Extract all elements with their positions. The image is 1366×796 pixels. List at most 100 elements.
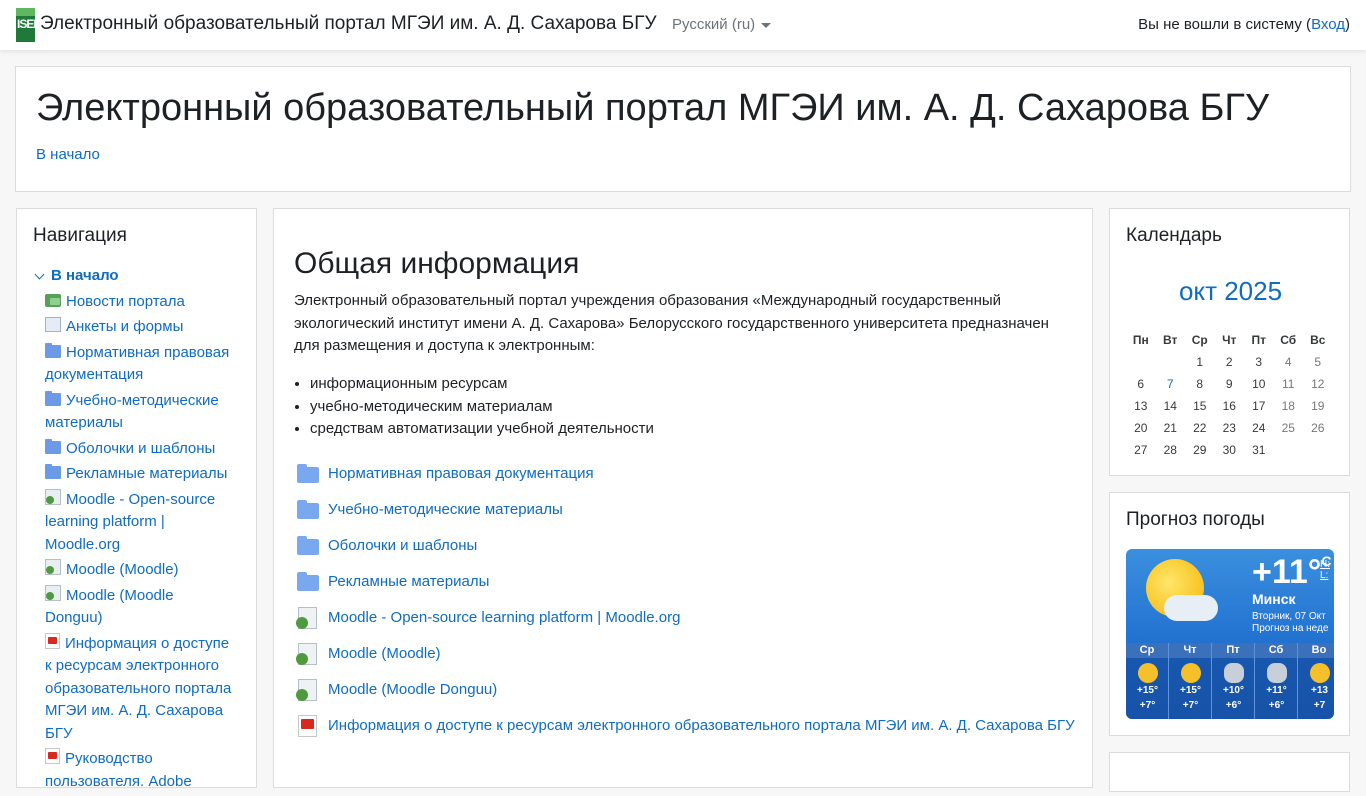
nav-item-moodle[interactable]: Moodle (Moodle)	[33, 559, 233, 582]
calendar-day[interactable]: 5	[1303, 351, 1333, 373]
calendar-day[interactable]: 16	[1215, 395, 1245, 417]
calendar-day[interactable]: 4	[1274, 351, 1304, 373]
resource-moodle[interactable]: Moodle (Moodle)	[296, 643, 1076, 665]
resource-legal-docs[interactable]: Нормативная правовая документация	[296, 463, 1076, 485]
calendar-day[interactable]: 9	[1215, 373, 1245, 395]
site-name-link[interactable]: Электронный образовательный портал МГЭИ …	[40, 13, 657, 35]
calendar-grid: Пн Вт Ср Чт Пт Сб Вс 1 2 3 4 5 6 7 8 9 1…	[1126, 329, 1333, 461]
nav-item-moodle-donguu[interactable]: Moodle (Moodle Donguu)	[33, 584, 233, 630]
calendar-day[interactable]: 31	[1244, 439, 1274, 461]
calendar-day[interactable]: 27	[1126, 439, 1156, 461]
cloud-icon	[1164, 595, 1218, 621]
calendar-day[interactable]: 17	[1244, 395, 1274, 417]
login-prefix: Вы не вошли в систему (	[1138, 16, 1312, 33]
nav-item-label[interactable]: Учебно-методические материалы	[45, 392, 219, 432]
calendar-day[interactable]: 25	[1274, 417, 1304, 439]
calendar-day[interactable]: 14	[1156, 395, 1186, 417]
login-link[interactable]: Вход	[1311, 16, 1345, 33]
weekday-header: Пт	[1251, 333, 1266, 347]
weather-widget[interactable]: +11°C Н: L: Минск Вторник, 07 Окт Прогноз…	[1126, 549, 1334, 719]
resource-link[interactable]: Оболочки и шаблоны	[328, 535, 477, 557]
resource-moodle-donguu[interactable]: Moodle (Moodle Donguu)	[296, 679, 1076, 701]
resource-access-info[interactable]: Информация о доступе к ресурсам электрон…	[296, 715, 1076, 737]
weather-block: Прогноз погоды +11°C Н: L: Минск Вторник,…	[1109, 492, 1350, 736]
calendar-day[interactable]: 10	[1244, 373, 1274, 395]
calendar-day[interactable]: 6	[1126, 373, 1156, 395]
nav-item-label[interactable]: Moodle - Open-source learning platform |…	[45, 491, 215, 553]
url-icon	[45, 584, 61, 601]
nav-item-user-guide[interactable]: Руководство пользователя. Adobe	[33, 748, 233, 793]
chevron-down-icon[interactable]	[34, 269, 45, 280]
nav-item-news[interactable]: Новости портала	[33, 291, 233, 314]
resource-link[interactable]: Moodle (Moodle Donguu)	[328, 679, 497, 701]
calendar-day[interactable]: 19	[1303, 395, 1333, 417]
calendar-day[interactable]: 8	[1185, 373, 1215, 395]
calendar-day[interactable]: 29	[1185, 439, 1215, 461]
site-logo[interactable]: ISEI	[16, 8, 37, 42]
nav-item-label[interactable]: Новости портала	[66, 293, 185, 310]
resource-teaching-materials[interactable]: Учебно-методические материалы	[296, 499, 1076, 521]
nav-item-label[interactable]: Нормативная правовая документация	[45, 344, 229, 384]
calendar-day[interactable]: 20	[1126, 417, 1156, 439]
nav-root-item[interactable]: В начало	[33, 265, 233, 288]
calendar-day[interactable]: 18	[1274, 395, 1304, 417]
calendar-day[interactable]: 22	[1185, 417, 1215, 439]
calendar-day-today[interactable]: 7	[1156, 373, 1186, 395]
calendar-month-link[interactable]: окт 2025	[1110, 276, 1351, 307]
feedback-icon	[45, 317, 61, 332]
calendar-day[interactable]: 30	[1215, 439, 1245, 461]
nav-item-label[interactable]: Moodle (Moodle Donguu)	[45, 587, 174, 627]
folder-icon	[296, 571, 320, 593]
resource-ads[interactable]: Рекламные материалы	[296, 571, 1076, 593]
weather-title: Прогноз погоды	[1126, 509, 1265, 530]
calendar-day[interactable]: 12	[1303, 373, 1333, 395]
resource-link[interactable]: Moodle (Moodle)	[328, 643, 441, 665]
nav-item-label[interactable]: Рекламные материалы	[66, 465, 227, 482]
logo-text: ISEI	[17, 17, 37, 31]
resource-link[interactable]: Moodle - Open-source learning platform |…	[328, 607, 680, 629]
resource-templates[interactable]: Оболочки и шаблоны	[296, 535, 1076, 557]
calendar-day[interactable]: 24	[1244, 417, 1274, 439]
url-icon	[296, 679, 320, 701]
nav-item-label[interactable]: Информация о доступе к ресурсам электрон…	[45, 635, 231, 742]
resource-link[interactable]: Нормативная правовая документация	[328, 463, 594, 485]
resource-moodle-org[interactable]: Moodle - Open-source learning platform |…	[296, 607, 1076, 629]
nav-root-label[interactable]: В начало	[51, 265, 119, 288]
language-menu[interactable]: Русский (ru)	[672, 16, 772, 33]
nav-item-access-info[interactable]: Информация о доступе к ресурсам электрон…	[33, 632, 233, 746]
resource-link[interactable]: Рекламные материалы	[328, 571, 489, 593]
calendar-day[interactable]: 2	[1215, 351, 1245, 373]
resource-link[interactable]: Информация о доступе к ресурсам электрон…	[328, 715, 1075, 737]
calendar-day[interactable]: 1	[1185, 351, 1215, 373]
calendar-day[interactable]: 23	[1215, 417, 1245, 439]
nav-item-forms[interactable]: Анкеты и формы	[33, 316, 233, 339]
nav-item-label[interactable]: Оболочки и шаблоны	[66, 440, 215, 457]
calendar-day[interactable]: 11	[1274, 373, 1304, 395]
forecast-high: +15°	[1137, 685, 1158, 696]
nav-item-ads[interactable]: Рекламные материалы	[33, 463, 233, 486]
weather-city: Минск	[1252, 591, 1296, 607]
nav-item-teaching-materials[interactable]: Учебно-методические материалы	[33, 390, 233, 435]
nav-item-label[interactable]: Анкеты и формы	[66, 318, 183, 335]
nav-item-label[interactable]: Moodle (Moodle)	[66, 561, 179, 578]
nav-item-legal-docs[interactable]: Нормативная правовая документация	[33, 342, 233, 387]
folder-icon	[296, 499, 320, 521]
nav-item-label[interactable]: Руководство пользователя. Adobe	[45, 750, 192, 790]
calendar-day[interactable]: 21	[1156, 417, 1186, 439]
nav-item-templates[interactable]: Оболочки и шаблоны	[33, 438, 233, 461]
resource-link[interactable]: Учебно-методические материалы	[328, 499, 563, 521]
forecast-day: Во +13 +7	[1298, 643, 1334, 719]
calendar-day[interactable]: 15	[1185, 395, 1215, 417]
breadcrumb-home[interactable]: В начало	[36, 146, 100, 163]
pdf-icon	[45, 748, 60, 764]
calendar-day[interactable]: 26	[1303, 417, 1333, 439]
calendar-day[interactable]: 28	[1156, 439, 1186, 461]
pdf-icon	[45, 632, 60, 649]
nav-item-moodle-org[interactable]: Moodle - Open-source learning platform |…	[33, 488, 233, 557]
calendar-day[interactable]: 3	[1244, 351, 1274, 373]
navigation-tree: В начало Новости портала Анкеты и формы …	[33, 265, 233, 796]
calendar-day[interactable]: 13	[1126, 395, 1156, 417]
weekday-header: Пн	[1132, 333, 1149, 347]
top-navbar: ISEI Электронный образовательный портал …	[0, 0, 1366, 50]
caret-down-icon	[761, 22, 772, 28]
